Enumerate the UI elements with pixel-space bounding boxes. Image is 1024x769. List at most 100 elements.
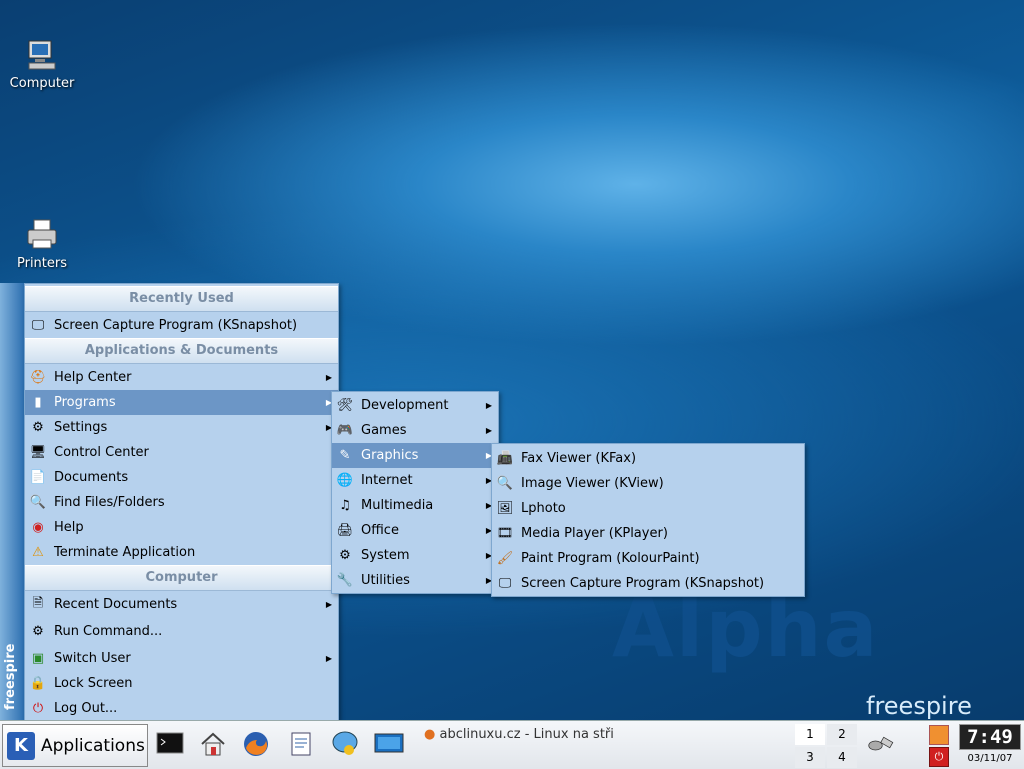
image-viewer-icon: 🔍 — [496, 476, 514, 491]
office-writer-icon[interactable] — [286, 729, 316, 759]
menu-sidebar-brand: freespire — [3, 643, 18, 710]
menu-item-label: Screen Capture Program (KSnapshot) — [54, 318, 298, 333]
menu-item-run-command[interactable]: ⚙ Run Command... — [25, 619, 338, 644]
menu-item-label: Documents — [54, 470, 129, 485]
documents-icon: 📄 — [29, 470, 47, 485]
pager-desktop-2[interactable]: 2 — [827, 724, 857, 745]
development-icon: 🛠 — [336, 398, 354, 413]
submenu-arrow-icon: ▶ — [325, 654, 332, 663]
menu-item-label: Development — [361, 398, 449, 413]
menu-item-graphics[interactable]: ✎ Graphics ▶ — [332, 443, 498, 468]
graphics-icon: ✎ — [339, 448, 351, 463]
menu-item-settings[interactable]: ⚙ Settings ▶ — [25, 415, 338, 440]
desktop-icon-label: Printers — [16, 256, 68, 271]
menu-item-label: Settings — [54, 420, 108, 435]
kde-logo-icon: K — [7, 731, 35, 760]
firefox-icon[interactable] — [241, 729, 271, 759]
section-header-computer: Computer — [25, 565, 338, 591]
main-menu: Recently Used 🖵 Screen Capture Program (… — [24, 283, 339, 721]
menu-item-system[interactable]: ⚙ System ▶ — [332, 543, 498, 568]
menu-item-switch-user[interactable]: ▣ Switch User ▶ — [25, 646, 338, 671]
menu-item-office[interactable]: 🖨 Office ▶ — [332, 518, 498, 543]
help-center-icon: ⛑ — [29, 370, 47, 385]
menu-item-find-files[interactable]: 🔍 Find Files/Folders — [25, 490, 338, 515]
taskbar-task-browser[interactable]: ● abclinuxu.cz - Linux na stři — [424, 727, 614, 742]
pager-desktop-3[interactable]: 3 — [795, 747, 825, 768]
menu-item-label: Multimedia — [361, 498, 434, 513]
clock-date: 03/11/07 — [967, 753, 1013, 764]
desktop-icon-printers[interactable]: Printers — [2, 218, 82, 271]
menu-item-recent-screen-capture[interactable]: 🖵 Screen Capture Program (KSnapshot) — [25, 313, 338, 338]
menu-item-fax-viewer[interactable]: 📠 Fax Viewer (KFax) — [492, 446, 804, 471]
menu-item-label: Graphics — [361, 448, 419, 463]
submenu-arrow-icon: ▶ — [325, 373, 332, 382]
menu-item-multimedia[interactable]: ♫ Multimedia ▶ — [332, 493, 498, 518]
clock[interactable]: 7:49 03/11/07 — [958, 723, 1022, 767]
menu-item-media-player[interactable]: 🎞 Media Player (KPlayer) — [492, 521, 804, 546]
messenger-icon[interactable] — [330, 729, 360, 759]
pager-desktop-4[interactable]: 4 — [827, 747, 857, 768]
removable-media-icon[interactable] — [865, 729, 895, 759]
menu-item-lock-screen[interactable]: 🔒 Lock Screen — [25, 671, 338, 696]
menu-item-label: Games — [361, 423, 407, 438]
menu-item-log-out[interactable]: ⏻ Log Out... — [25, 696, 338, 721]
media-player-icon: 🎞 — [496, 526, 514, 541]
control-center-icon: 🖥 — [29, 445, 47, 460]
terminal-icon[interactable] — [155, 729, 185, 759]
desktop-icon-computer[interactable]: Computer — [2, 38, 82, 91]
menu-item-programs[interactable]: ▮ Programs ▶ — [25, 390, 338, 415]
section-header-recent: Recently Used — [25, 286, 338, 312]
menu-item-label: Recent Documents — [54, 597, 178, 612]
menu-item-documents[interactable]: 📄 Documents — [25, 465, 338, 490]
logout-icon[interactable]: ⏻ — [929, 747, 949, 767]
menu-item-label: Media Player (KPlayer) — [521, 526, 668, 541]
menu-item-development[interactable]: 🛠 Development ▶ — [332, 393, 498, 418]
menu-item-label: Internet — [361, 473, 413, 488]
menu-item-terminate-application[interactable]: ⚠ Terminate Application — [25, 540, 338, 565]
lock-screen-icon[interactable] — [929, 725, 949, 745]
menu-item-control-center[interactable]: 🖥 Control Center — [25, 440, 338, 465]
screen-capture-icon: 🖵 — [498, 576, 512, 591]
lock-icon: 🔒 — [29, 676, 47, 691]
menu-item-label: Image Viewer (KView) — [521, 476, 664, 491]
menu-item-label: Screen Capture Program (KSnapshot) — [521, 576, 765, 591]
find-icon: 🔍 — [29, 495, 47, 510]
utilities-icon: 🔧 — [336, 573, 354, 588]
menu-item-recent-documents[interactable]: 🗎 Recent Documents ▶ — [25, 592, 338, 617]
submenu-arrow-icon: ▶ — [485, 426, 492, 435]
menu-item-internet[interactable]: 🌐 Internet ▶ — [332, 468, 498, 493]
menu-item-help[interactable]: ◉ Help — [25, 515, 338, 540]
menu-item-label: Paint Program (KolourPaint) — [521, 551, 700, 566]
menu-item-image-viewer[interactable]: 🔍 Image Viewer (KView) — [492, 471, 804, 496]
firefox-icon: ● — [424, 727, 436, 742]
applications-button[interactable]: K Applications — [2, 724, 148, 767]
system-icon: ⚙ — [339, 548, 351, 563]
menu-item-utilities[interactable]: 🔧 Utilities ▶ — [332, 568, 498, 593]
menu-item-label: Switch User — [54, 651, 131, 666]
desktop-brand-logo: freespire — [866, 692, 972, 720]
paint-icon: 🖌 — [496, 551, 514, 566]
office-icon: 🖨 — [336, 523, 354, 538]
menu-item-paint-program[interactable]: 🖌 Paint Program (KolourPaint) — [492, 546, 804, 571]
menu-item-games[interactable]: 🎮 Games ▶ — [332, 418, 498, 443]
computer-icon — [28, 40, 56, 70]
menu-item-lphoto[interactable]: 🖼 Lphoto — [492, 496, 804, 521]
menu-item-label: Log Out... — [54, 701, 118, 716]
pager-desktop-1[interactable]: 1 — [795, 724, 825, 745]
screen-capture-launcher-icon[interactable] — [374, 729, 404, 759]
menu-item-label: Run Command... — [54, 624, 163, 639]
menu-item-label: Lock Screen — [54, 676, 133, 691]
home-icon[interactable] — [198, 729, 228, 759]
menu-item-label: System — [361, 548, 410, 563]
menu-item-label: Help Center — [54, 370, 132, 385]
desktop-icon-label: Computer — [9, 76, 75, 91]
menu-item-help-center[interactable]: ⛑ Help Center ▶ — [25, 365, 338, 390]
menu-item-label: Find Files/Folders — [54, 495, 165, 510]
games-icon: 🎮 — [336, 423, 354, 438]
menu-item-label: Control Center — [54, 445, 149, 460]
desktop-pager: 1 2 3 4 — [795, 724, 857, 768]
menu-item-screen-capture[interactable]: 🖵 Screen Capture Program (KSnapshot) — [492, 571, 804, 596]
warning-icon: ⚠ — [32, 545, 44, 560]
menu-item-label: Lphoto — [521, 501, 566, 516]
menu-item-label: Fax Viewer (KFax) — [521, 451, 637, 466]
